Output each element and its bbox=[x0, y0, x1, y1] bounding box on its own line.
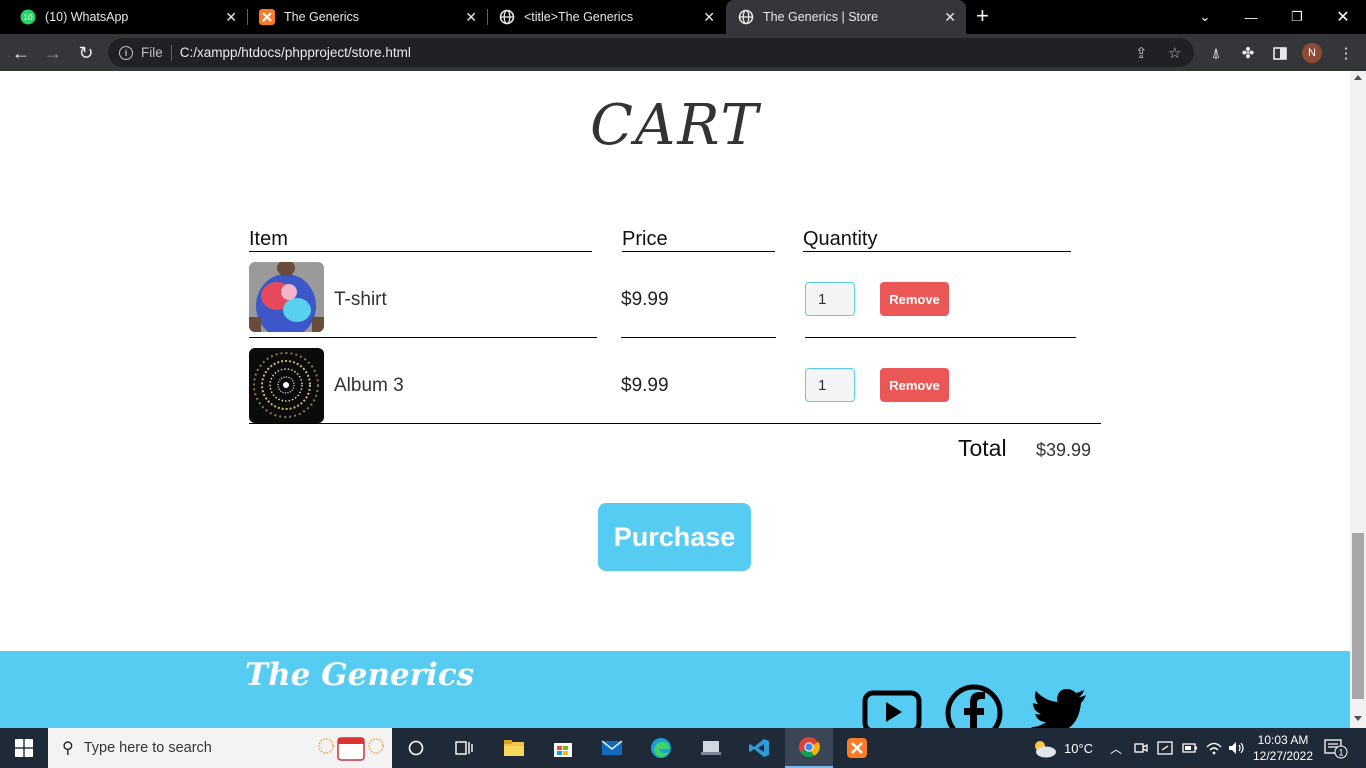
tab-whatsapp[interactable]: 10 (10) WhatsApp ✕ bbox=[0, 0, 247, 34]
tshirt-image bbox=[249, 262, 324, 332]
mail-icon[interactable] bbox=[588, 728, 636, 768]
restore-button[interactable]: ❐ bbox=[1274, 0, 1320, 34]
xampp-icon bbox=[259, 9, 275, 25]
svg-text:1: 1 bbox=[1338, 748, 1343, 758]
tab-title-generics[interactable]: <title>The Generics ✕ bbox=[487, 0, 725, 34]
scroll-down-icon[interactable] bbox=[1354, 716, 1362, 721]
address-bar[interactable]: i File C:/xampp/htdocs/phpproject/store.… bbox=[108, 38, 1194, 67]
tab-title: (10) WhatsApp bbox=[45, 10, 129, 24]
file-explorer-icon[interactable] bbox=[490, 728, 538, 768]
vscode-icon[interactable] bbox=[735, 728, 783, 768]
windows-taskbar: ⚲ Type here to search 10°C ︿ 10:03 AM 12… bbox=[0, 728, 1366, 768]
address-divider bbox=[170, 44, 172, 61]
total-label: Total bbox=[958, 435, 1007, 461]
search-icon: ⚲ bbox=[62, 740, 74, 757]
twitter-icon[interactable] bbox=[1030, 683, 1090, 728]
address-url[interactable]: C:/xampp/htdocs/phpproject/store.html bbox=[180, 45, 411, 60]
battery-icon[interactable] bbox=[1182, 728, 1198, 768]
extension-translate-icon[interactable]: ⍋ bbox=[1206, 43, 1226, 63]
remove-button[interactable]: Remove bbox=[880, 368, 949, 402]
taskbar-search-box[interactable]: ⚲ Type here to search bbox=[48, 728, 392, 768]
menu-kebab-icon[interactable]: ⋮ bbox=[1336, 43, 1356, 63]
tab-store-active[interactable]: The Generics | Store ✕ bbox=[726, 0, 966, 34]
search-placeholder: Type here to search bbox=[83, 740, 212, 756]
quantity-input[interactable] bbox=[805, 282, 855, 316]
row-divider bbox=[621, 337, 776, 338]
site-info-icon[interactable]: i bbox=[119, 45, 133, 60]
facebook-icon[interactable] bbox=[944, 683, 1004, 728]
calendar-decoration-icon bbox=[316, 732, 386, 768]
side-panel-icon[interactable] bbox=[1270, 43, 1290, 63]
reload-icon[interactable]: ↻ bbox=[72, 39, 100, 67]
close-window-button[interactable]: ✕ bbox=[1320, 0, 1366, 34]
address-scheme: File bbox=[141, 45, 163, 60]
forward-arrow-icon[interactable]: → bbox=[39, 39, 67, 67]
youtube-icon[interactable] bbox=[862, 683, 922, 728]
cortana-icon[interactable] bbox=[392, 728, 440, 768]
browser-tab-strip: 10 (10) WhatsApp ✕ The Generics ✕ <title… bbox=[0, 0, 1366, 34]
profile-avatar[interactable]: N bbox=[1302, 43, 1322, 63]
windows-start-icon[interactable] bbox=[0, 728, 48, 768]
footer-brand: The Generics bbox=[245, 657, 475, 693]
remote-desktop-icon[interactable] bbox=[687, 728, 735, 768]
row-divider bbox=[249, 337, 597, 338]
globe-icon bbox=[499, 9, 515, 25]
extensions-puzzle-icon[interactable]: ✤ bbox=[1238, 43, 1258, 63]
microsoft-store-icon[interactable] bbox=[539, 728, 587, 768]
purchase-button[interactable]: Purchase bbox=[598, 503, 751, 571]
share-icon[interactable]: ⇪ bbox=[1135, 38, 1148, 67]
column-header-item: Item bbox=[249, 227, 592, 252]
column-header-price: Price bbox=[622, 227, 775, 252]
cart-title: CART bbox=[590, 93, 760, 158]
row-divider bbox=[805, 337, 1076, 338]
weather-icon[interactable] bbox=[1030, 728, 1058, 768]
minimize-button[interactable]: — bbox=[1228, 0, 1274, 34]
xampp-taskbar-icon[interactable] bbox=[833, 728, 881, 768]
total-value: $39.99 bbox=[1036, 440, 1092, 460]
globe-icon bbox=[738, 9, 754, 25]
page-scrollbar[interactable] bbox=[1350, 71, 1366, 728]
notifications-icon[interactable]: 1 bbox=[1324, 728, 1348, 768]
close-tab-icon[interactable]: ✕ bbox=[944, 9, 956, 25]
volume-icon[interactable] bbox=[1228, 728, 1246, 768]
chrome-icon[interactable] bbox=[785, 728, 833, 768]
svg-text:10: 10 bbox=[23, 12, 33, 22]
weather-temperature[interactable]: 10°C bbox=[1064, 728, 1093, 768]
scroll-up-icon[interactable] bbox=[1354, 75, 1362, 80]
edge-icon[interactable] bbox=[637, 728, 685, 768]
show-hidden-icons-icon[interactable]: ︿ bbox=[1110, 728, 1122, 768]
tab-search-chevron-icon[interactable]: ⌄ bbox=[1182, 0, 1228, 34]
close-tab-icon[interactable]: ✕ bbox=[225, 9, 237, 25]
footer: The Generics bbox=[0, 651, 1350, 728]
tab-title: The Generics | Store bbox=[763, 10, 879, 24]
close-tab-icon[interactable]: ✕ bbox=[465, 9, 477, 25]
taskbar-clock[interactable]: 10:03 AM 12/27/2022 bbox=[1252, 732, 1314, 764]
column-header-quantity: Quantity bbox=[803, 227, 1071, 252]
page-viewport: CART Item Price Quantity T-shirt $9.99 R… bbox=[0, 71, 1350, 728]
tab-the-generics[interactable]: The Generics ✕ bbox=[247, 0, 487, 34]
task-view-icon[interactable] bbox=[440, 728, 488, 768]
album-3-image bbox=[249, 348, 324, 423]
item-name: Album 3 bbox=[334, 375, 404, 396]
quantity-input[interactable] bbox=[805, 368, 855, 402]
item-name: T-shirt bbox=[334, 289, 387, 310]
browser-toolbar: ← → ↻ i File C:/xampp/htdocs/phpproject/… bbox=[0, 34, 1366, 71]
meet-now-icon[interactable] bbox=[1134, 728, 1148, 768]
item-price: $9.99 bbox=[621, 375, 669, 396]
cart-bottom-divider bbox=[249, 423, 1101, 424]
scroll-thumb[interactable] bbox=[1352, 533, 1364, 699]
tab-title: <title>The Generics bbox=[524, 10, 634, 24]
new-tab-button[interactable]: + bbox=[976, 5, 989, 27]
clock-time: 10:03 AM bbox=[1257, 733, 1309, 747]
whatsapp-icon: 10 bbox=[20, 9, 36, 25]
bookmark-star-icon[interactable]: ☆ bbox=[1168, 38, 1181, 67]
clock-date: 12/27/2022 bbox=[1252, 749, 1314, 763]
tab-title: The Generics bbox=[284, 10, 360, 24]
back-arrow-icon[interactable]: ← bbox=[7, 39, 35, 67]
wifi-icon[interactable] bbox=[1206, 728, 1222, 768]
item-price: $9.99 bbox=[621, 289, 669, 310]
close-tab-icon[interactable]: ✕ bbox=[703, 9, 715, 25]
remove-button[interactable]: Remove bbox=[880, 282, 949, 316]
security-icon[interactable] bbox=[1157, 728, 1173, 768]
